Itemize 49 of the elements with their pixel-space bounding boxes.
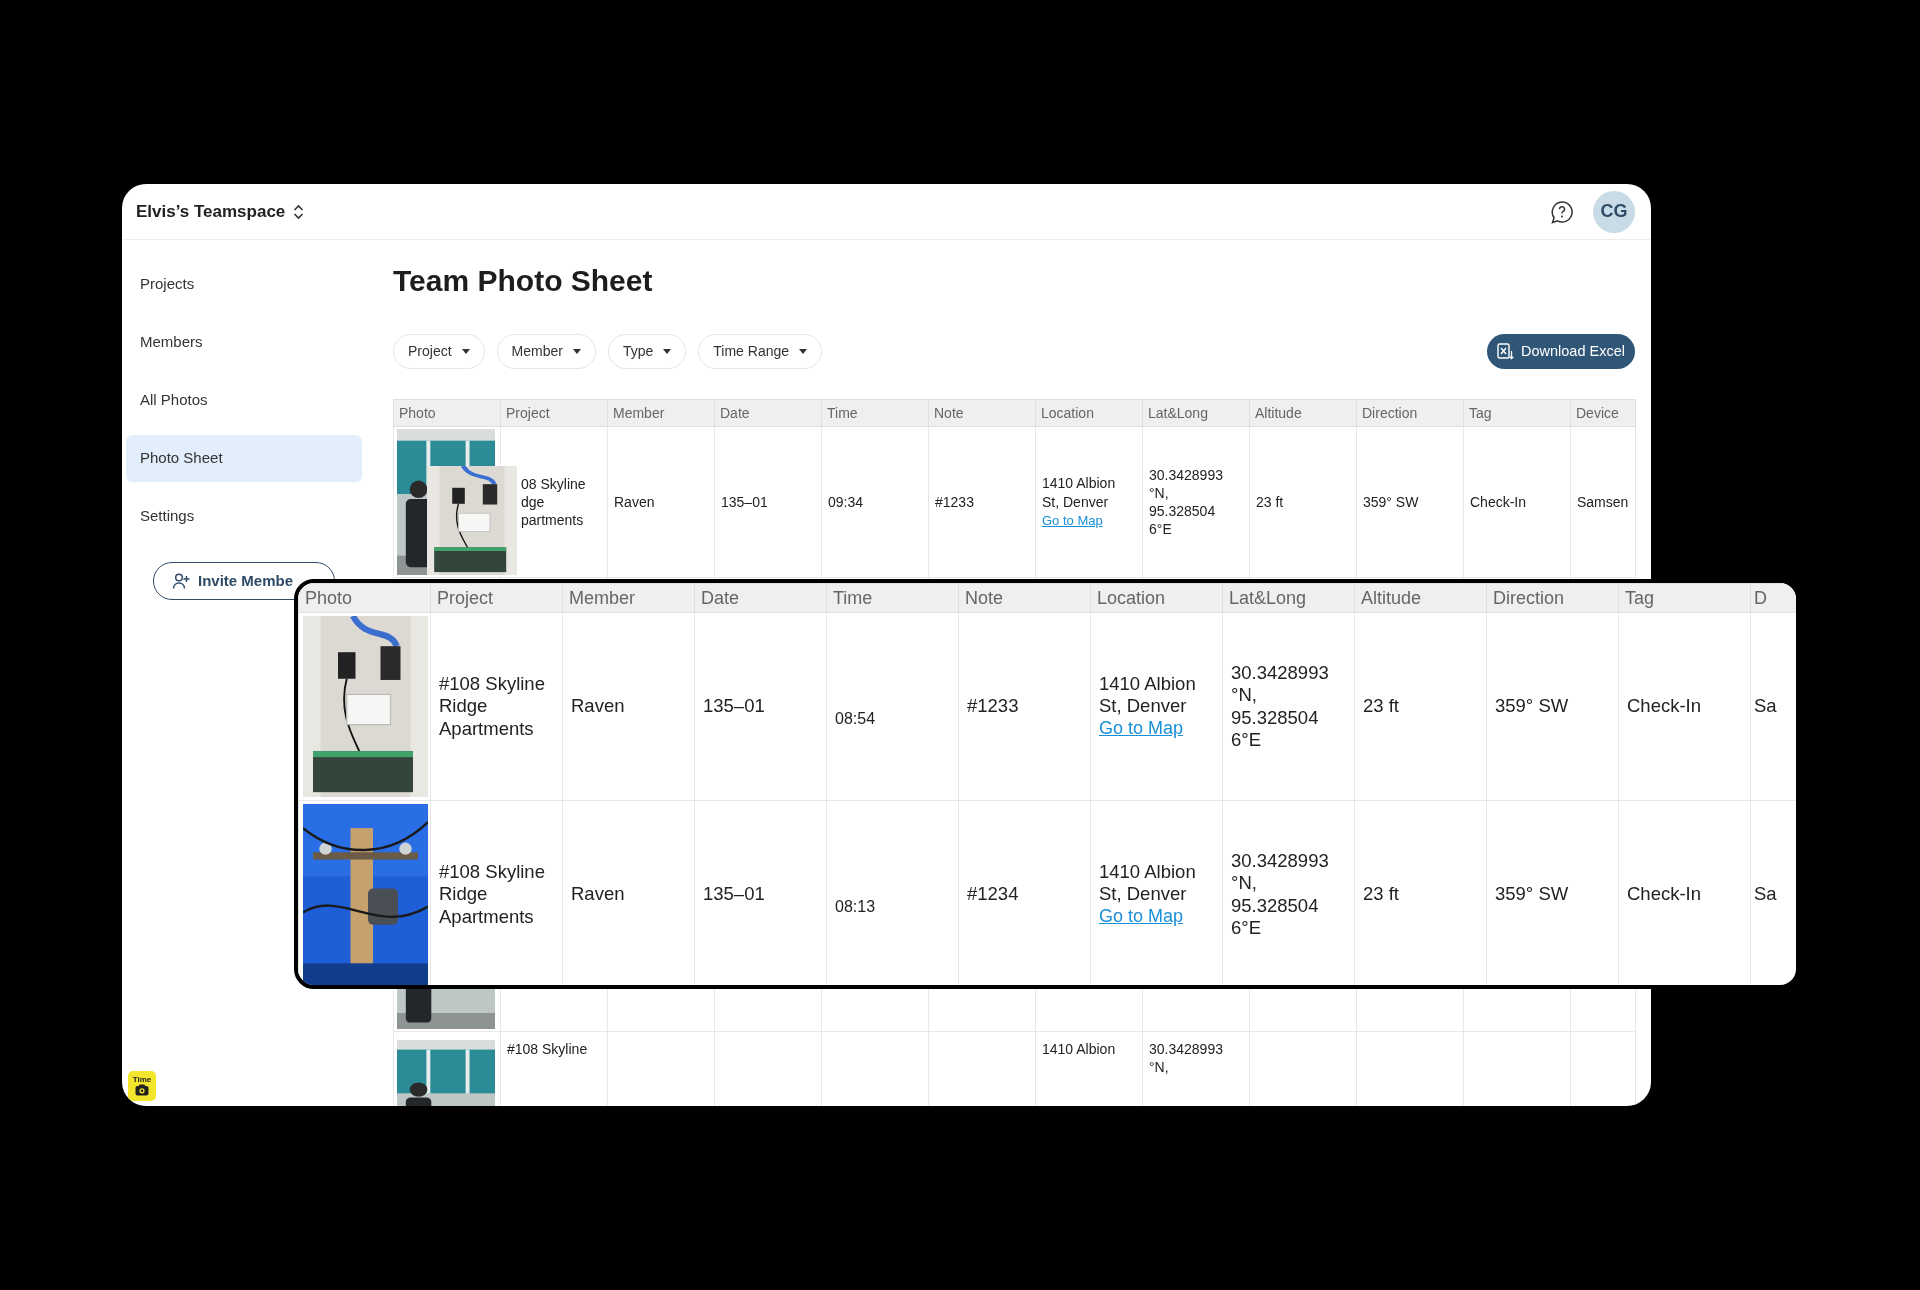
column-header: Project — [430, 583, 563, 613]
location-text: 1410 Albion St, Denver — [1042, 474, 1117, 511]
table-cell: 359° SW — [1486, 612, 1619, 801]
table-cell: 23 ft — [1249, 426, 1357, 578]
table-cell: #1233 — [928, 426, 1036, 578]
column-header: Altitude — [1354, 583, 1487, 613]
table-cell: #108 Skyline Ridge Apartments — [430, 612, 563, 801]
column-header: Altitude — [1249, 399, 1357, 427]
logo-text: Time — [132, 1076, 152, 1084]
page-title: Team Photo Sheet — [393, 263, 654, 299]
location-text: 1410 Albion — [1042, 1040, 1117, 1059]
column-header: Direction — [1486, 583, 1619, 613]
column-header: D — [1750, 583, 1796, 613]
column-header: Lat&Long — [1142, 399, 1250, 427]
table-cell: 135–01 — [694, 612, 827, 801]
column-header: Device — [1570, 399, 1636, 427]
column-header: Date — [694, 583, 827, 613]
column-header: Direction — [1356, 399, 1464, 427]
table-cell: 30.3428993 °N, 95.328504 6°E — [1142, 426, 1250, 578]
column-header: Tag — [1463, 399, 1571, 427]
column-header: Location — [1090, 583, 1223, 613]
column-header: Location — [1035, 399, 1143, 427]
table-cell: Raven — [607, 426, 715, 578]
column-header: Photo — [298, 583, 431, 613]
column-header: Time — [821, 399, 929, 427]
table-cell: 08:54 — [826, 612, 959, 801]
table-cell: 359° SW — [1356, 426, 1464, 578]
table-cell: 08 Skyline dge partments — [500, 426, 608, 578]
table-cell: Check-In — [1463, 426, 1571, 578]
location-text: 1410 Albion St, Denver — [1099, 861, 1197, 906]
column-header: Date — [714, 399, 822, 427]
table-cell: Check-In — [1618, 612, 1751, 801]
column-header: Member — [562, 583, 695, 613]
table-cell: Samsen — [1570, 426, 1636, 578]
location-text: 1410 Albion St, Denver — [1099, 673, 1197, 718]
table-cell: 30.3428993 °N, 95.328504 6°E — [1222, 612, 1355, 801]
table-cell: 135–01 — [714, 426, 822, 578]
column-header: Note — [928, 399, 1036, 427]
table-cell: 23 ft — [1354, 612, 1487, 801]
table-cell: #1233 — [958, 612, 1091, 801]
column-header: Project — [500, 399, 608, 427]
column-header: Tag — [1618, 583, 1751, 613]
column-header: Member — [607, 399, 715, 427]
table-cell: 09:34 — [821, 426, 929, 578]
column-header: Lat&Long — [1222, 583, 1355, 613]
column-header: Photo — [393, 399, 501, 427]
table-cell: Raven — [562, 612, 695, 801]
column-header: Note — [958, 583, 1091, 613]
column-header: Time — [826, 583, 959, 613]
